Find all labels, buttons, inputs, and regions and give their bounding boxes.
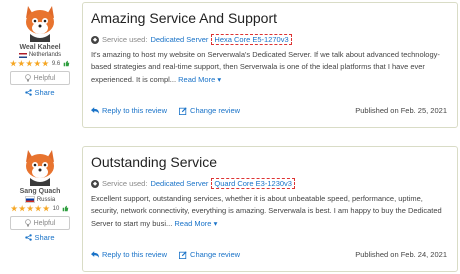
reply-link[interactable]: Reply to this review: [91, 250, 167, 259]
service-used-label: Service used:: [102, 35, 148, 44]
rating-score: 9.6: [51, 60, 61, 67]
helpful-label: Helpful: [33, 219, 56, 227]
star-icon: [17, 60, 25, 67]
review-card: Outstanding Service ◆ Service used: Dedi…: [82, 146, 458, 272]
share-button[interactable]: Share: [0, 233, 80, 242]
country-name: Netherlands: [28, 52, 62, 58]
service-icon: ◆: [91, 35, 99, 44]
share-icon: [25, 234, 33, 241]
star-icon: [10, 205, 18, 212]
change-review-label: Change review: [190, 250, 241, 259]
star-icon: [41, 60, 49, 67]
lightbulb-icon: [24, 219, 31, 227]
change-review-link[interactable]: Change review: [179, 250, 240, 259]
review-body: Excellent support, outstanding services,…: [91, 193, 447, 230]
review-body: It's amazing to host my website on Serve…: [91, 49, 447, 86]
helpful-label: Helpful: [33, 74, 56, 82]
read-more-label: Read More: [178, 74, 216, 84]
change-review-link[interactable]: Change review: [179, 106, 240, 115]
helpful-button[interactable]: Helpful: [10, 216, 70, 230]
cpu-link[interactable]: Hexa Core E5-1270v3: [211, 34, 292, 45]
thumbs-up-icon: [63, 205, 69, 212]
rating: 10: [0, 205, 80, 212]
reply-icon: [91, 251, 99, 258]
star-icon: [25, 60, 33, 67]
star-icon: [42, 205, 50, 212]
user-country: Russia: [0, 196, 80, 203]
share-icon: [25, 89, 33, 96]
rating: 9.6: [0, 60, 80, 67]
review-2: Sang Quach Russia 10 Helpful Share Outst…: [0, 146, 460, 274]
review-card: Amazing Service And Support ◆ Service us…: [82, 2, 458, 128]
star-icon: [9, 60, 17, 67]
reply-label: Reply to this review: [102, 250, 168, 259]
read-more-link[interactable]: Read More ▾: [178, 75, 221, 84]
reviewer-panel: Sang Quach Russia 10 Helpful Share: [0, 146, 80, 242]
review-footer: Reply to this review Change review Publi…: [91, 250, 447, 259]
read-more-link[interactable]: Read More ▾: [174, 219, 217, 228]
published-date: Published on Feb. 25, 2021: [355, 106, 447, 115]
edit-icon: [179, 250, 187, 259]
reply-label: Reply to this review: [102, 106, 168, 115]
review-footer: Reply to this review Change review Publi…: [91, 106, 447, 115]
share-button[interactable]: Share: [0, 88, 80, 97]
star-icon: [33, 60, 41, 67]
service-icon: ◆: [91, 179, 99, 188]
published-date: Published on Feb. 24, 2021: [355, 250, 447, 259]
review-title: Outstanding Service: [91, 154, 218, 170]
star-icon: [34, 205, 42, 212]
review-text: It's amazing to host my website on Serve…: [91, 50, 440, 84]
country-name: Russia: [36, 196, 56, 203]
share-label: Share: [34, 233, 55, 242]
cpu-link[interactable]: Quard Core E3-1230v3: [211, 178, 295, 189]
service-link[interactable]: Dedicated Server: [150, 35, 208, 44]
share-label: Share: [34, 88, 55, 97]
reply-icon: [91, 107, 99, 114]
star-icon: [26, 205, 34, 212]
user-country: Netherlands: [0, 52, 80, 58]
review-1: Weal Kaheel Netherlands 9.6 Helpful Shar…: [0, 2, 460, 130]
lightbulb-icon: [24, 74, 31, 82]
read-more-label: Read More: [174, 218, 212, 228]
thumbs-up-icon: [63, 60, 70, 67]
service-used: ◆ Service used: Dedicated Server Quard C…: [91, 178, 295, 189]
review-title: Amazing Service And Support: [91, 10, 277, 26]
russia-flag-icon: [24, 196, 35, 203]
star-icon: [18, 205, 26, 212]
avatar: [26, 6, 54, 42]
service-used-label: Service used:: [102, 179, 148, 188]
netherlands-flag-icon: [18, 52, 27, 58]
helpful-button[interactable]: Helpful: [10, 71, 70, 85]
edit-icon: [179, 106, 187, 115]
review-text: Excellent support, outstanding services,…: [91, 194, 442, 228]
avatar: [26, 150, 54, 186]
service-link[interactable]: Dedicated Server: [150, 179, 208, 188]
reviewer-panel: Weal Kaheel Netherlands 9.6 Helpful Shar…: [0, 2, 80, 97]
user-name: Sang Quach: [19, 188, 61, 195]
service-used: ◆ Service used: Dedicated Server Hexa Co…: [91, 34, 292, 45]
rating-score: 10: [52, 205, 60, 212]
reply-link[interactable]: Reply to this review: [91, 106, 167, 115]
change-review-label: Change review: [190, 106, 241, 115]
user-name: Weal Kaheel: [19, 44, 61, 51]
